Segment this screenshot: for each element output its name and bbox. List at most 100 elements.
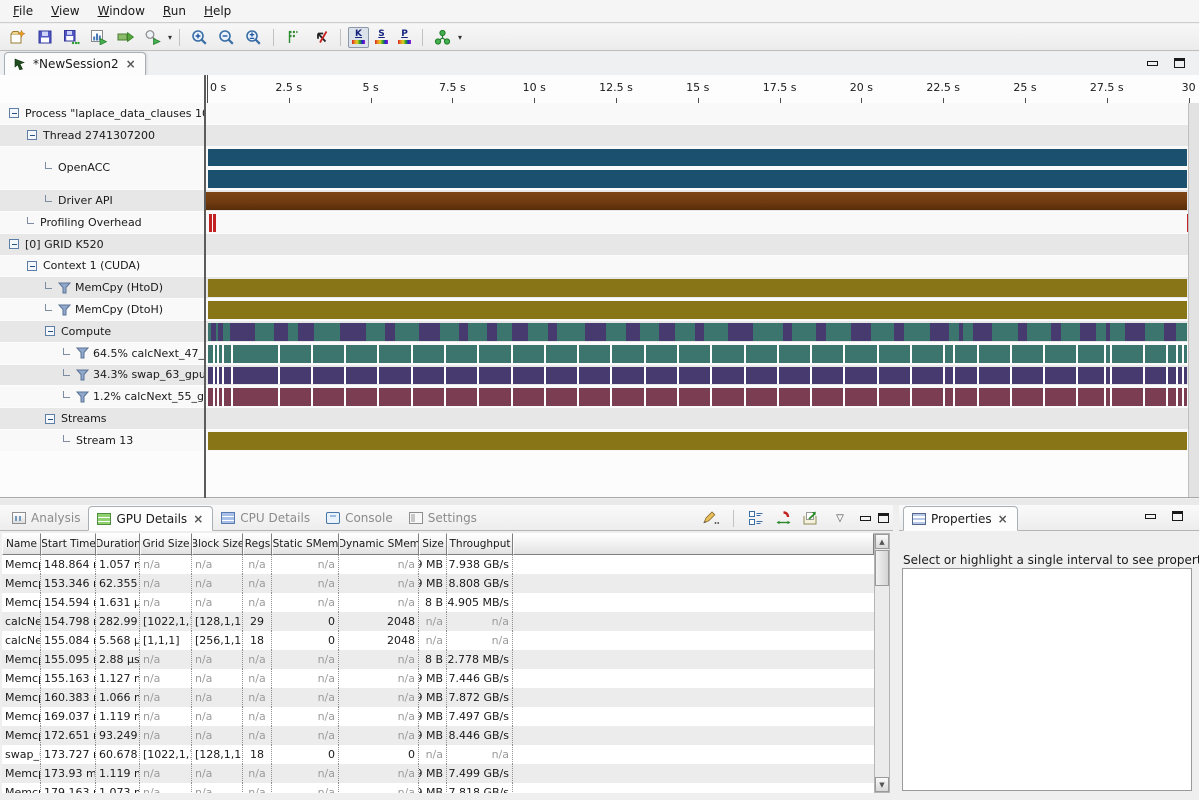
- compute-purple-segment[interactable]: [973, 323, 993, 341]
- maximize-icon[interactable]: [878, 513, 889, 523]
- interval-bar[interactable]: [208, 149, 1187, 167]
- maximize-icon[interactable]: [1174, 58, 1185, 68]
- compute-purple-segment[interactable]: [695, 323, 705, 341]
- new-session-icon[interactable]: [5, 26, 30, 49]
- minimize-icon[interactable]: [860, 516, 871, 521]
- timeline-ruler[interactable]: 0 s2.5 s5 s7.5 s10 s12.5 s15 s17.5 s20 s…: [0, 75, 1199, 103]
- save-all-icon[interactable]: [59, 26, 84, 49]
- view-menu-icon[interactable]: ▽: [827, 513, 853, 524]
- compute-purple-segment[interactable]: [728, 323, 753, 341]
- compute-purple-segment[interactable]: [512, 323, 528, 341]
- interval-bar[interactable]: [208, 388, 1187, 406]
- flag-marker-icon[interactable]: [281, 26, 306, 49]
- edit-columns-icon[interactable]: [701, 508, 721, 528]
- collapse-toggle-icon[interactable]: [27, 130, 37, 140]
- scrollbar-thumb[interactable]: [875, 550, 889, 586]
- timeline-lane-thread[interactable]: [206, 125, 1188, 147]
- compute-purple-segment[interactable]: [930, 323, 950, 341]
- compute-purple-segment[interactable]: [211, 323, 216, 341]
- timeline-lane-streams[interactable]: [206, 408, 1188, 430]
- overhead-mark[interactable]: [213, 214, 216, 232]
- tree-bars-divider[interactable]: [204, 75, 206, 498]
- compute-purple-segment[interactable]: [659, 323, 675, 341]
- column-header-duration[interactable]: Duration: [96, 533, 140, 555]
- compute-purple-segment[interactable]: [1164, 323, 1176, 341]
- clear-marker-icon[interactable]: [308, 26, 333, 49]
- table-row[interactable]: calcNext154.798 ms282.99 µs[1022,1,1][12…: [2, 612, 874, 631]
- timeline-lane-kernel-calcnext-55[interactable]: [206, 386, 1188, 408]
- analysis-session-icon[interactable]: [430, 26, 455, 49]
- column-header-regs[interactable]: Regs: [243, 533, 272, 555]
- compute-purple-segment[interactable]: [340, 323, 365, 341]
- collapse-toggle-icon[interactable]: [9, 239, 19, 249]
- timeline-lane-memcpy-htod[interactable]: [206, 277, 1188, 299]
- scroll-down-icon[interactable]: ▼: [875, 777, 889, 792]
- tree-row-memcpy-dtoh[interactable]: MemCpy (DtoH): [0, 299, 204, 321]
- timeline-lane-kernel-calcnext-47[interactable]: [206, 343, 1188, 365]
- compute-purple-segment[interactable]: [548, 323, 558, 341]
- compute-purple-segment[interactable]: [274, 323, 289, 341]
- compute-purple-segment[interactable]: [851, 323, 871, 341]
- menu-window[interactable]: Window: [89, 1, 154, 21]
- menu-help[interactable]: Help: [195, 1, 240, 21]
- session-dropdown-caret[interactable]: ▾: [458, 33, 462, 42]
- flip-direction-icon[interactable]: [773, 508, 793, 528]
- scroll-up-icon[interactable]: ▲: [875, 534, 889, 549]
- table-row[interactable]: Memcpy160.383 ms1.066 msn/an/an/an/an/a9…: [2, 688, 874, 707]
- tree-row-thread[interactable]: Thread 2741307200: [0, 125, 204, 147]
- menu-file[interactable]: File: [4, 1, 42, 21]
- close-icon[interactable]: ×: [125, 57, 137, 71]
- filter-funnel-icon[interactable]: [76, 369, 89, 381]
- column-header-throughput[interactable]: Throughput: [447, 533, 513, 555]
- table-row[interactable]: Memcpy153.346 ms62.355 µsn/an/an/an/an/a…: [2, 574, 874, 593]
- timeline-lane-openacc[interactable]: [206, 147, 1188, 191]
- show-timeline-icon[interactable]: [113, 26, 138, 49]
- timeline-lane-memcpy-dtoh[interactable]: [206, 299, 1188, 321]
- table-row[interactable]: Memcpy154.594 ms1.631 µsn/an/an/an/an/a8…: [2, 593, 874, 612]
- tree-row-memcpy-htod[interactable]: MemCpy (HtoD): [0, 277, 204, 299]
- column-header-dynamic-smem[interactable]: Dynamic SMem: [339, 533, 419, 555]
- timeline-lane-profiling-overhead[interactable]: [206, 212, 1188, 234]
- stream-view-toggle[interactable]: S: [371, 27, 392, 48]
- tree-row-kernel-swap-63[interactable]: 34.3% swap_63_gpu: [0, 365, 204, 387]
- collapse-toggle-icon[interactable]: [27, 261, 37, 271]
- menu-view[interactable]: View: [42, 1, 88, 21]
- timeline-lane-kernel-swap-63[interactable]: [206, 365, 1188, 387]
- compute-purple-segment[interactable]: [1106, 323, 1110, 341]
- table-row[interactable]: Memcpy155.095 ms2.88 µsn/an/an/an/an/a8 …: [2, 650, 874, 669]
- table-row[interactable]: Memcpy179.163 ms1.073 msn/an/an/an/an/a9…: [2, 783, 874, 793]
- menu-run[interactable]: Run: [154, 1, 195, 21]
- compute-purple-segment[interactable]: [816, 323, 826, 341]
- interval-bar[interactable]: [208, 279, 1187, 297]
- column-header-start-time[interactable]: Start Time: [41, 533, 96, 555]
- tab-analysis[interactable]: Analysis: [4, 505, 88, 530]
- collapse-toggle-icon[interactable]: [9, 108, 19, 118]
- timeline-lane-process[interactable]: [206, 103, 1188, 125]
- compute-purple-segment[interactable]: [218, 323, 223, 341]
- compute-purple-segment[interactable]: [385, 323, 395, 341]
- tree-row-compute[interactable]: Compute: [0, 321, 204, 343]
- filter-funnel-icon[interactable]: [58, 282, 71, 294]
- interval-bar[interactable]: [208, 170, 1187, 188]
- table-row[interactable]: Memcpy173.93 ms1.119 msn/an/an/an/an/a9 …: [2, 764, 874, 783]
- column-header-size[interactable]: Size: [419, 533, 447, 555]
- compute-purple-segment[interactable]: [626, 323, 640, 341]
- save-icon[interactable]: [32, 26, 57, 49]
- timeline-lane-compute[interactable]: [206, 321, 1188, 343]
- tab-gpu-details[interactable]: GPU Details×: [88, 506, 213, 531]
- timeline-lane-context-1[interactable]: [206, 256, 1188, 278]
- group-by-icon[interactable]: [746, 508, 766, 528]
- timeline-lane-stream-13[interactable]: [206, 430, 1188, 452]
- tab-cpu-details[interactable]: CPU Details: [213, 505, 318, 530]
- tree-row-kernel-calcnext-55[interactable]: 1.2% calcNext_55_g...: [0, 386, 204, 408]
- interval-bar[interactable]: [208, 367, 1187, 385]
- compute-purple-segment[interactable]: [1125, 323, 1145, 341]
- analyze-icon[interactable]: [140, 26, 165, 49]
- zoom-fit-icon[interactable]: [241, 26, 266, 49]
- tree-row-grid-k520[interactable]: [0] GRID K520: [0, 234, 204, 256]
- session-tab[interactable]: *NewSession2 ×: [4, 52, 146, 75]
- interval-bar[interactable]: [208, 432, 1187, 450]
- table-row[interactable]: Memcpy169.037 ms1.119 msn/an/an/an/an/a9…: [2, 707, 874, 726]
- collapse-toggle-icon[interactable]: [45, 414, 55, 424]
- table-row[interactable]: Memcpy148.864 ms1.057 msn/an/an/an/an/a9…: [2, 555, 874, 574]
